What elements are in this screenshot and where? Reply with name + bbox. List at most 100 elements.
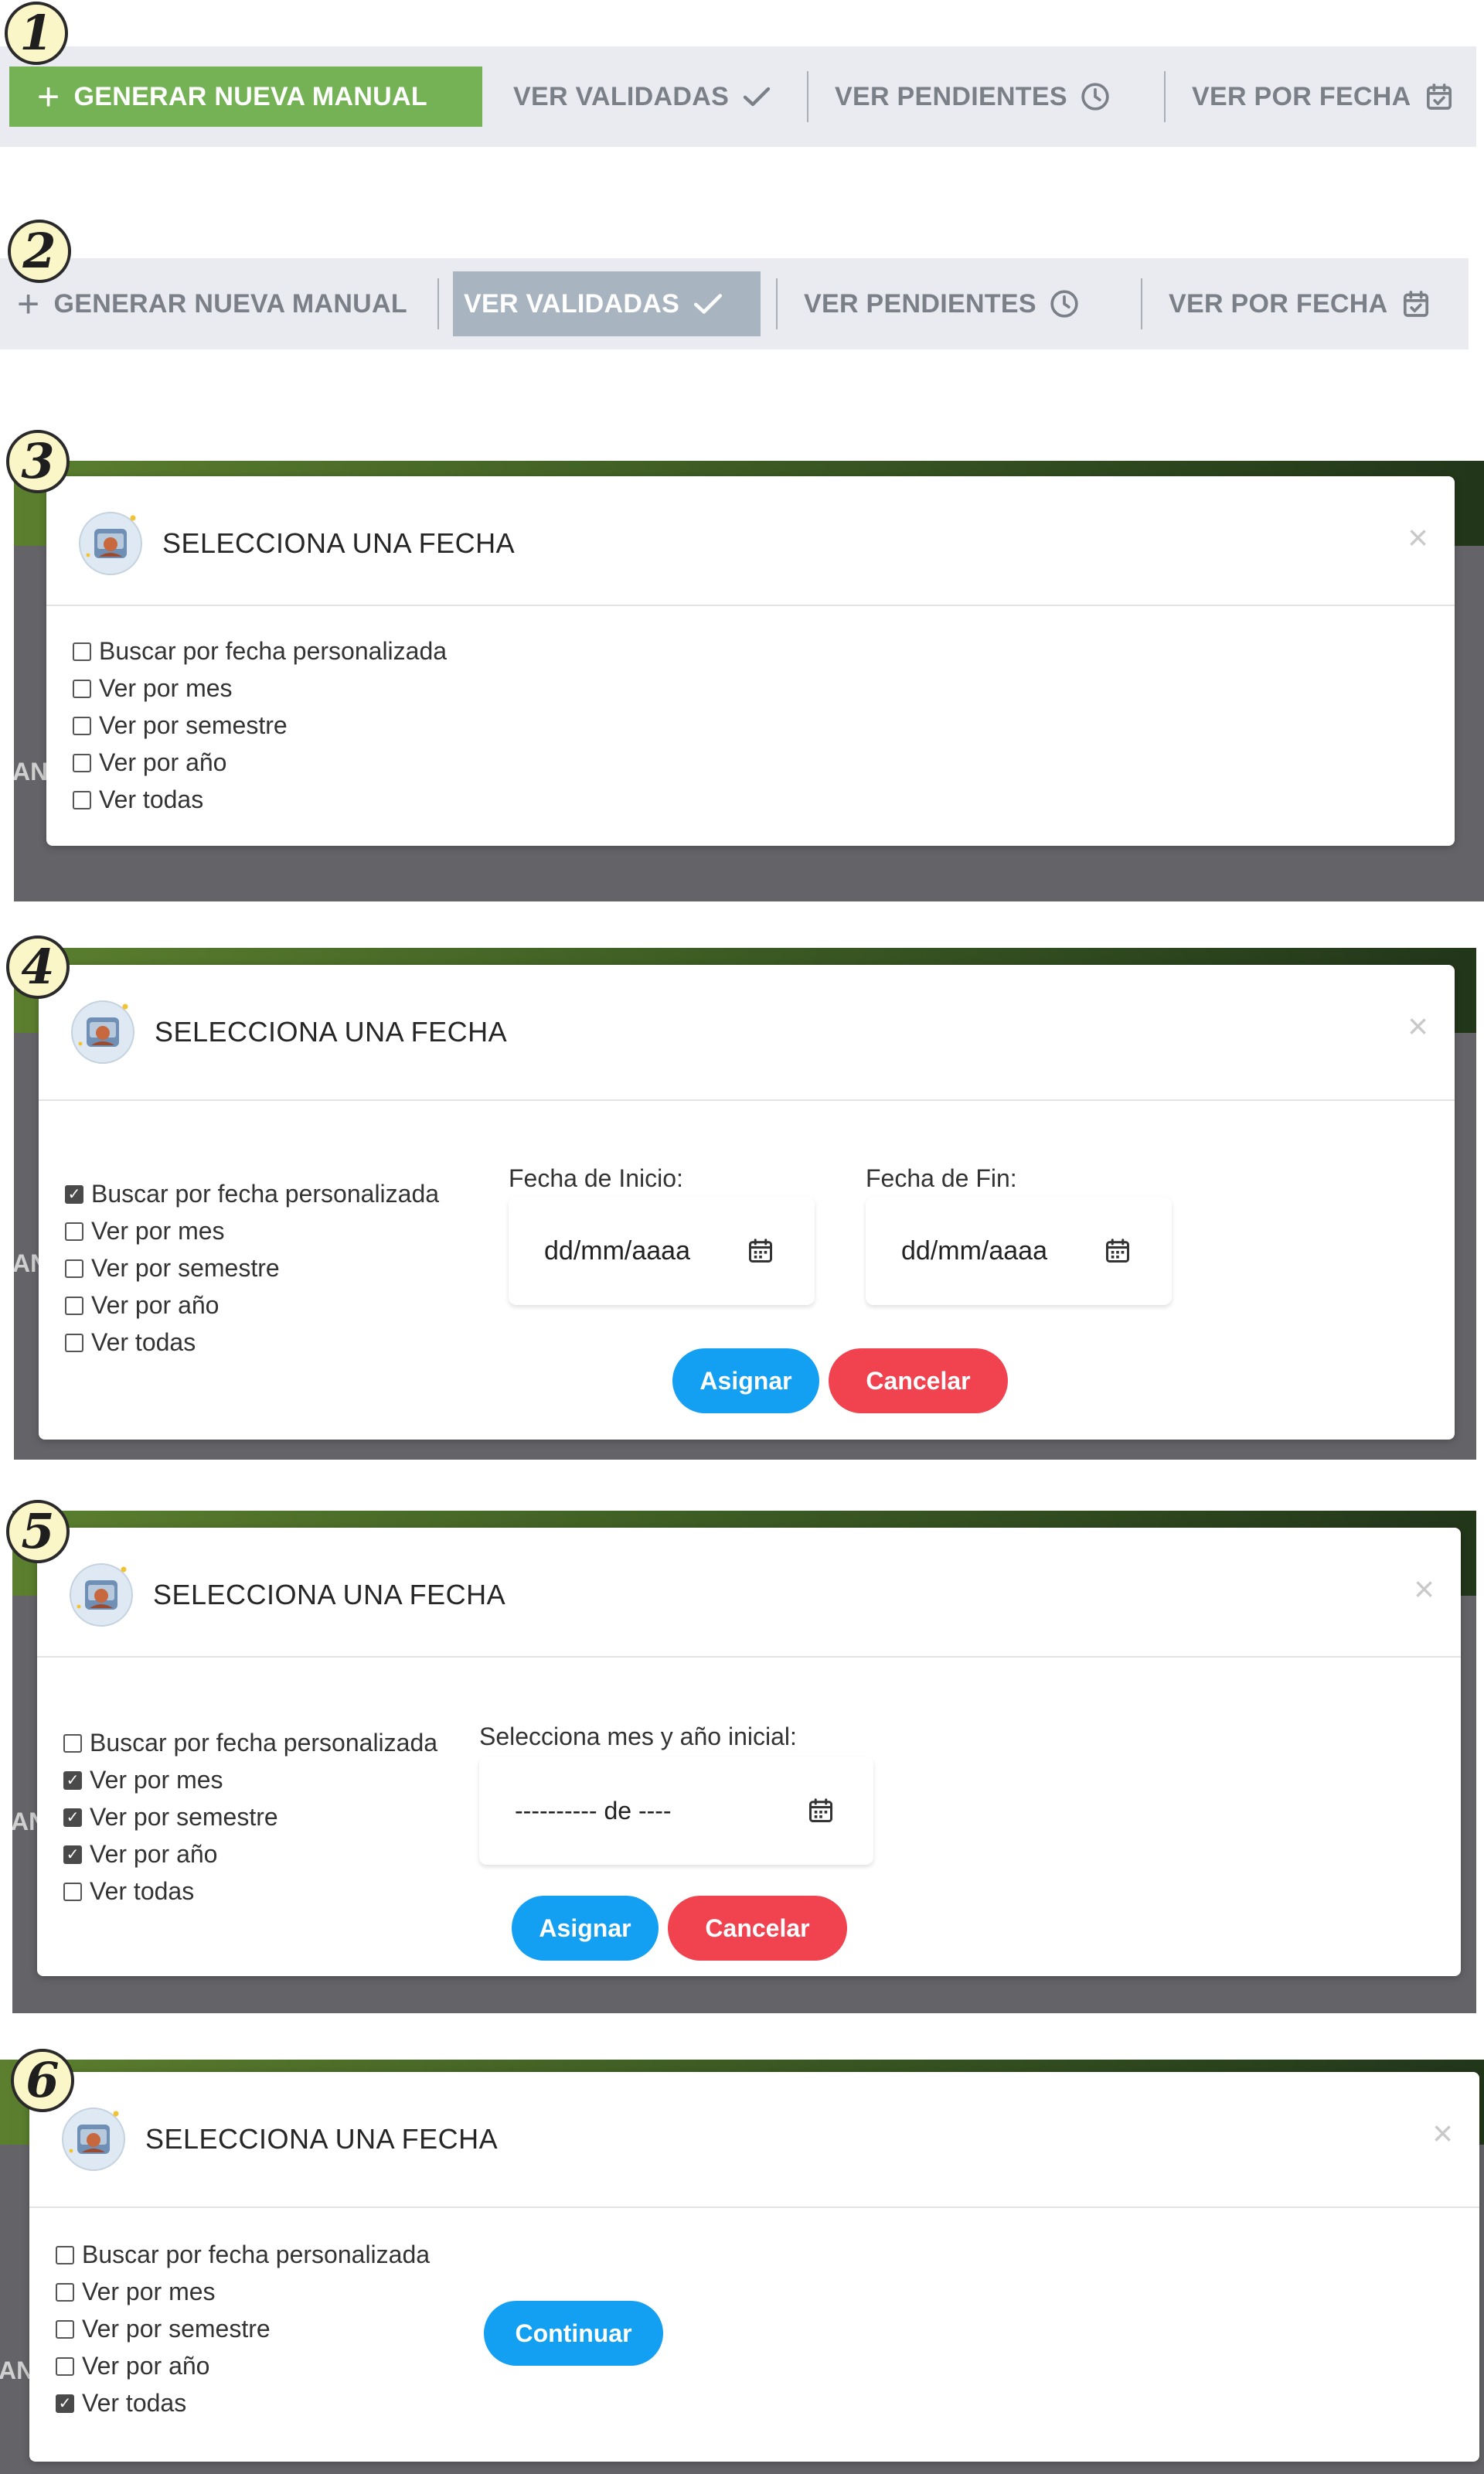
option-by-semester[interactable]: Ver por semestre [56,2315,271,2343]
checkbox[interactable] [65,1259,83,1278]
generate-new-manual-button[interactable]: + GENERAR NUEVA MANUAL [0,258,437,349]
start-date-placeholder: dd/mm/aaaa [544,1235,690,1266]
checkbox[interactable] [63,1882,82,1901]
action-toolbar: + GENERAR NUEVA MANUAL VER VALIDADAS VER… [0,258,1469,349]
option-by-month[interactable]: Ver por mes [65,1217,225,1246]
option-by-month[interactable]: Ver por mes [73,674,233,703]
option-by-year[interactable]: Ver por año [63,1840,217,1869]
option-label: Ver por semestre [82,2315,271,2343]
option-label: Ver todas [99,785,204,813]
view-by-date-button[interactable]: VER POR FECHA [1166,46,1455,147]
step-badge-5: 5 [6,1500,70,1563]
date-select-dialog: SELECCIONA UNA FECHA × Buscar por fecha … [39,965,1455,1440]
checkbox[interactable] [73,753,91,772]
option-by-year[interactable]: Ver por año [73,748,226,777]
option-by-semester[interactable]: Ver por semestre [63,1803,278,1832]
logo-icon [70,999,136,1065]
modal-backdrop: AN SELECCIONA UNA FECHA × Buscar por fec… [0,2060,1484,2474]
option-view-all[interactable]: Ver todas [56,2389,186,2418]
option-view-all[interactable]: Ver todas [63,1877,194,1906]
option-by-year[interactable]: Ver por año [65,1291,219,1320]
modal-backdrop: AN SELECCIONA UNA FECHA × Buscar por fec… [12,1511,1476,2013]
continue-button[interactable]: Continuar [484,2301,663,2366]
assign-button[interactable]: Asignar [512,1896,659,1961]
generate-new-manual-button[interactable]: + GENERAR NUEVA MANUAL [9,66,482,127]
view-pending-button[interactable]: VER PENDIENTES [808,46,1164,147]
checkbox[interactable] [56,2356,74,2376]
dialog-title: SELECCIONA UNA FECHA [145,2123,499,2155]
close-icon[interactable]: × [1407,520,1428,555]
view-by-date-button[interactable]: VER POR FECHA [1142,258,1431,349]
view-by-date-label: VER POR FECHA [1192,81,1411,111]
option-by-year[interactable]: Ver por año [56,2352,209,2380]
view-validated-button[interactable]: VER VALIDADAS [453,271,761,336]
option-by-semester[interactable]: Ver por semestre [65,1254,280,1283]
checkbox[interactable] [56,2282,74,2302]
option-custom-date[interactable]: Buscar por fecha personalizada [65,1180,439,1208]
month-year-input[interactable]: ---------- de ---- [479,1757,873,1865]
option-label: Buscar por fecha personalizada [99,637,448,665]
checkbox[interactable] [63,1808,82,1827]
clock-icon [1080,81,1111,112]
check-icon [692,288,724,320]
checkbox[interactable] [63,1845,82,1864]
checkbox[interactable] [56,2319,74,2339]
step-badge-3: 3 [6,430,70,493]
cancel-button[interactable]: Cancelar [668,1896,847,1961]
view-pending-button[interactable]: VER PENDIENTES [778,258,1141,349]
option-custom-date[interactable]: Buscar por fecha personalizada [56,2241,430,2269]
option-label: Ver por año [82,2352,210,2380]
plus-icon: + [37,75,60,118]
toolbar-divider [437,278,439,329]
option-custom-date[interactable]: Buscar por fecha personalizada [73,637,447,666]
option-custom-date[interactable]: Buscar por fecha personalizada [63,1729,437,1757]
close-icon[interactable]: × [1414,1571,1435,1607]
view-pending-label: VER PENDIENTES [804,288,1036,319]
option-by-month[interactable]: Ver por mes [56,2278,216,2306]
checkbox[interactable] [65,1184,83,1204]
end-date-placeholder: dd/mm/aaaa [901,1235,1047,1266]
option-label: Ver por año [91,1291,220,1319]
plus-icon: + [17,282,40,325]
assign-button[interactable]: Asignar [672,1348,819,1413]
checkbox[interactable] [63,1733,82,1753]
option-view-all[interactable]: Ver todas [65,1328,196,1357]
start-date-input[interactable]: dd/mm/aaaa [509,1197,815,1305]
option-label: Ver por mes [82,2278,216,2305]
option-view-all[interactable]: Ver todas [73,785,203,814]
checkbox[interactable] [73,790,91,809]
checkbox[interactable] [65,1222,83,1241]
view-validated-label: VER VALIDADAS [513,81,730,111]
view-by-date-label: VER POR FECHA [1169,288,1388,319]
checkbox[interactable] [65,1333,83,1352]
cancel-button[interactable]: Cancelar [829,1348,1008,1413]
modal-backdrop: AN SELECCIONA UNA FECHA × Buscar por fec… [14,461,1484,901]
option-by-semester[interactable]: Ver por semestre [73,711,288,740]
checkbox[interactable] [73,642,91,661]
option-label: Ver todas [91,1328,196,1356]
checkbox[interactable] [56,2394,74,2413]
close-icon[interactable]: × [1432,2115,1453,2151]
generate-new-manual-label: GENERAR NUEVA MANUAL [73,81,427,111]
checkbox[interactable] [73,716,91,735]
option-label: Ver por semestre [90,1803,278,1831]
date-select-dialog: SELECCIONA UNA FECHA × Buscar por fecha … [46,476,1455,846]
option-label: Ver por semestre [99,711,288,739]
checkbox[interactable] [65,1296,83,1315]
calendar-icon[interactable] [1104,1237,1132,1265]
option-by-month[interactable]: Ver por mes [63,1766,223,1794]
option-label: Ver por año [99,748,227,776]
checkbox[interactable] [63,1770,82,1790]
action-toolbar: + GENERAR NUEVA MANUAL VER VALIDADAS VER… [0,46,1476,147]
close-icon[interactable]: × [1407,1008,1428,1044]
calendar-icon[interactable] [747,1237,774,1265]
step-badge-4: 4 [6,935,70,999]
checkbox[interactable] [56,2245,74,2264]
option-label: Ver todas [82,2389,187,2417]
view-validated-button[interactable]: VER VALIDADAS [482,46,807,147]
checkbox[interactable] [73,679,91,698]
option-label: Buscar por fecha personalizada [90,1729,438,1757]
calendar-check-icon [1424,81,1455,112]
end-date-input[interactable]: dd/mm/aaaa [866,1197,1172,1305]
calendar-icon[interactable] [807,1797,835,1825]
